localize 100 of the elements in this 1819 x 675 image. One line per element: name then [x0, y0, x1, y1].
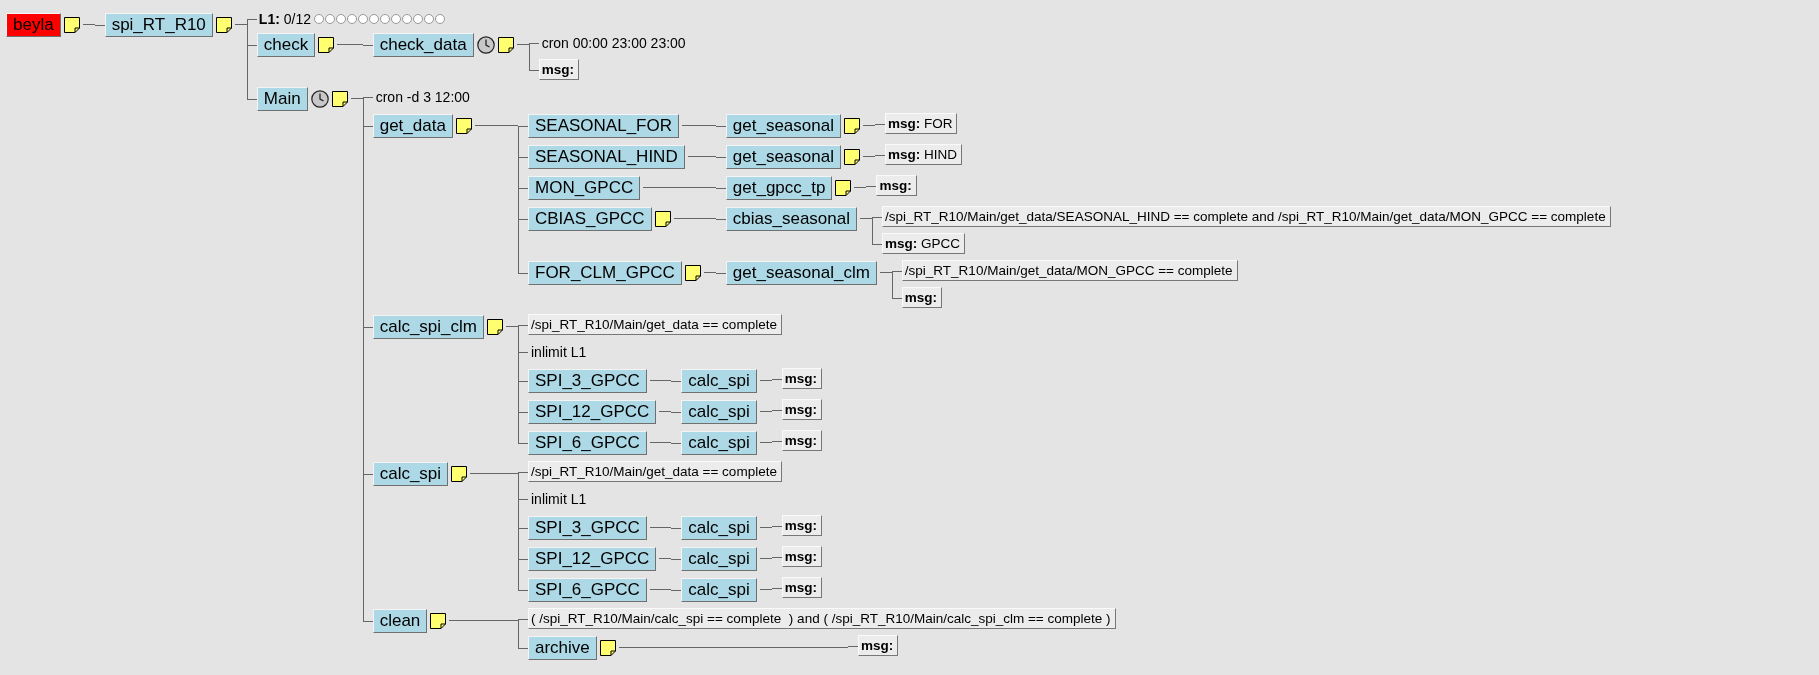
branch-line [518, 141, 528, 172]
tree-node[interactable]: calc_spi [681, 546, 757, 571]
branch-line [518, 485, 528, 512]
connector-line [506, 326, 518, 327]
connector-line [649, 442, 672, 443]
trigger-expression: /spi_RT_R10/Main/get_data/SEASONAL_HIND == complete and /spi_RT_R10/Main/get_data/MON_GPCC == complete [882, 206, 1611, 227]
message-label: msg: [781, 546, 823, 567]
tree-node[interactable]: calc_spi [372, 461, 449, 486]
tree-node[interactable]: cbias_seasonal [725, 206, 857, 231]
tree-node[interactable]: calc_spi [681, 577, 757, 602]
tree-node[interactable]: get_gpcc_tp [725, 175, 833, 200]
message-label: msg: GPCC [882, 233, 966, 254]
tree-node[interactable]: get_seasonal_clm [725, 260, 877, 285]
limit-label: L1: 0/12 [258, 11, 311, 27]
connector-line [682, 125, 716, 126]
connector-line [854, 187, 867, 188]
message-label: msg: FOR [884, 113, 958, 134]
tree-node[interactable]: Main [256, 86, 308, 111]
tree-node[interactable]: beyla [6, 12, 61, 37]
message-label: msg: [781, 515, 823, 536]
message-label: msg: [876, 175, 917, 196]
trigger-expression: ( /spi_RT_R10/Main/calc_spi == complete ) and ( /spi_RT_R10/Main/calc_spi_clm == complete ) [528, 608, 1116, 629]
tree-node[interactable]: archive [528, 635, 597, 660]
tree-node[interactable]: CBIAS_GPCC [528, 206, 652, 231]
note-icon[interactable] [684, 264, 701, 281]
note-icon[interactable] [835, 179, 852, 196]
tree-node[interactable]: calc_spi [681, 368, 757, 393]
tree-node[interactable]: check_data [372, 32, 474, 57]
connector-line [759, 411, 772, 412]
note-icon[interactable] [654, 210, 671, 227]
note-icon[interactable] [455, 117, 472, 134]
note-icon[interactable] [318, 36, 335, 53]
cron-text: cron 00:00 23:00 23:00 [541, 34, 686, 51]
tree-node[interactable]: SPI_3_GPCC [528, 368, 647, 393]
cron-text: cron -d 3 12:00 [375, 88, 470, 105]
note-icon[interactable] [497, 36, 514, 53]
clock-icon[interactable] [476, 35, 495, 54]
trigger-expression: /spi_RT_R10/Main/get_data/MON_GPCC == complete [901, 260, 1238, 281]
tree-node[interactable]: calc_spi [681, 399, 757, 424]
connector-line [82, 24, 95, 25]
connector-line [759, 380, 772, 381]
tree-node[interactable]: get_data [372, 113, 453, 138]
tree-node[interactable]: calc_spi [681, 430, 757, 455]
connector-line [659, 411, 672, 412]
connector-line [659, 558, 672, 559]
message-label: msg: [781, 399, 823, 420]
tree-node[interactable]: clean [372, 608, 428, 633]
message-label: msg: [781, 430, 823, 451]
connector-line [879, 272, 892, 273]
tree-node[interactable]: calc_spi [681, 515, 757, 540]
message-label: msg: [858, 635, 899, 656]
message-label: msg: HIND [884, 144, 962, 165]
note-icon[interactable] [430, 612, 447, 629]
branch-line [518, 543, 528, 574]
connector-line [759, 527, 772, 528]
tree-node[interactable]: spi_RT_R10 [104, 12, 213, 37]
connector-line [759, 558, 772, 559]
tree-node[interactable]: SPI_6_GPCC [528, 577, 647, 602]
connector-line [860, 218, 872, 219]
message-label: msg: [901, 287, 943, 308]
connector-line [687, 156, 716, 157]
connector-line [350, 98, 363, 99]
tree-node[interactable]: get_seasonal [725, 113, 841, 138]
message-label: msg: [781, 368, 823, 389]
message-label: msg: [538, 59, 579, 80]
tree-node[interactable]: get_seasonal [725, 144, 841, 169]
note-icon[interactable] [451, 465, 468, 482]
connector-line [649, 380, 672, 381]
trigger-expression: /spi_RT_R10/Main/get_data == complete [528, 314, 782, 335]
tree-node[interactable]: SEASONAL_HIND [528, 144, 685, 169]
tree-node[interactable]: FOR_CLM_GPCC [528, 260, 682, 285]
note-icon[interactable] [63, 16, 80, 33]
tree-node[interactable]: SPI_3_GPCC [528, 515, 647, 540]
connector-line [759, 589, 772, 590]
tree-node[interactable]: calc_spi_clm [372, 314, 484, 339]
connector-line [703, 272, 716, 273]
connector-line [649, 589, 672, 590]
note-icon[interactable] [843, 117, 860, 134]
note-icon[interactable] [843, 148, 860, 165]
connector-line [673, 218, 716, 219]
tree-node[interactable]: SPI_12_GPCC [528, 546, 657, 571]
connector-line [759, 442, 772, 443]
connector-line [474, 125, 518, 126]
connector-line [470, 473, 518, 474]
inlimit-text: inlimit L1 [531, 490, 587, 507]
branch-line [518, 512, 528, 543]
note-icon[interactable] [599, 639, 616, 656]
note-icon[interactable] [487, 318, 503, 335]
inlimit-text: inlimit L1 [531, 343, 587, 360]
note-icon[interactable] [331, 90, 348, 107]
clock-icon[interactable] [310, 89, 329, 108]
tree-node[interactable]: SPI_6_GPCC [528, 430, 647, 455]
connector-line [862, 125, 875, 126]
connector-line [337, 44, 363, 45]
tree-node[interactable]: check [256, 32, 316, 57]
connector-line [234, 24, 247, 25]
tree-node[interactable]: SEASONAL_FOR [528, 113, 679, 138]
tree-node[interactable]: SPI_12_GPCC [528, 399, 657, 424]
note-icon[interactable] [215, 16, 232, 33]
tree-node[interactable]: MON_GPCC [528, 175, 641, 200]
